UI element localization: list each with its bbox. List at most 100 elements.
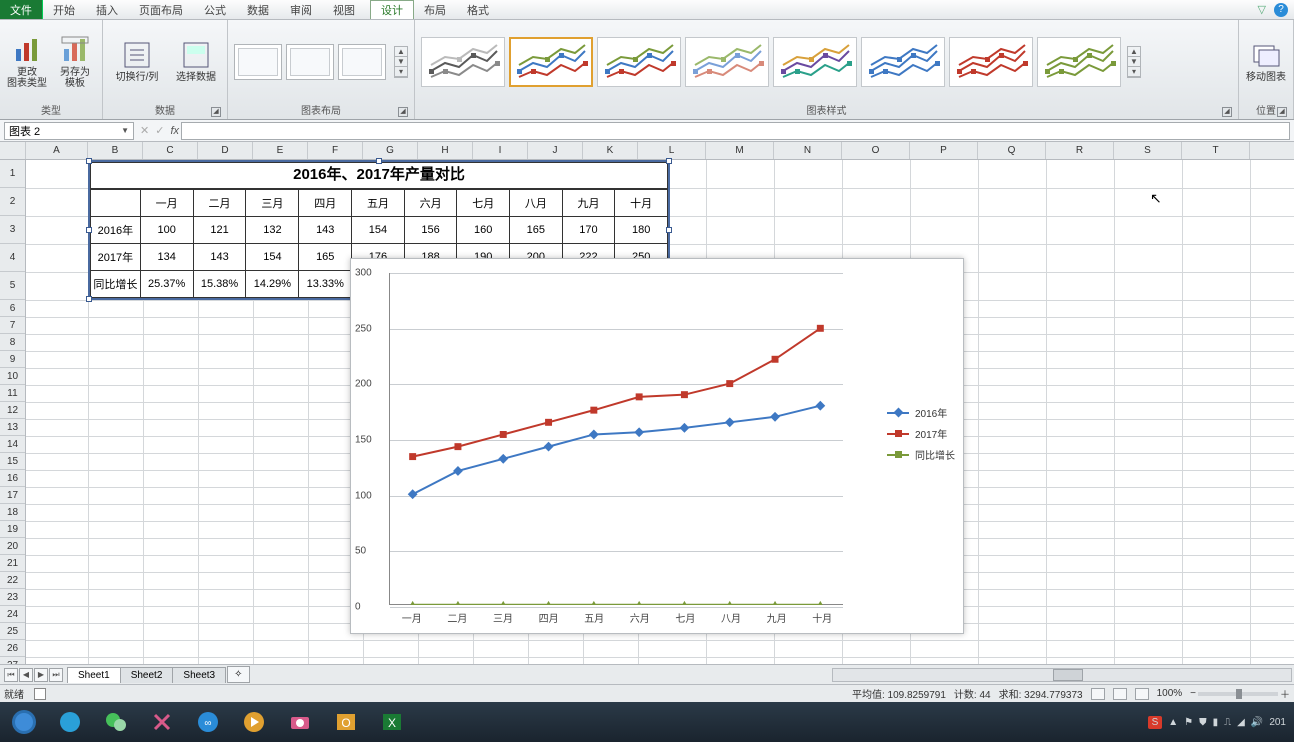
sheet-nav-next[interactable]: ▶: [34, 668, 48, 682]
col-header-Q[interactable]: Q: [978, 142, 1046, 159]
col-header-B[interactable]: B: [88, 142, 143, 159]
table-cell[interactable]: 132: [246, 217, 299, 244]
col-header-T[interactable]: T: [1182, 142, 1250, 159]
switch-row-col-button[interactable]: 切换行/列: [109, 40, 165, 83]
zoom-level[interactable]: 100%: [1157, 688, 1183, 699]
zoom-out-button[interactable]: −: [1190, 688, 1196, 699]
sheet-tab-Sheet1[interactable]: Sheet1: [67, 667, 121, 683]
col-header-R[interactable]: R: [1046, 142, 1114, 159]
layout-gallery-spinner[interactable]: ▲▼▾: [394, 46, 408, 78]
row-header-18[interactable]: 18: [0, 504, 25, 521]
context-tab-设计[interactable]: 设计: [370, 0, 414, 19]
taskbar-app-player[interactable]: [234, 706, 274, 738]
col-header-N[interactable]: N: [774, 142, 842, 159]
row-header-24[interactable]: 24: [0, 606, 25, 623]
view-pagebreak-button[interactable]: [1135, 688, 1149, 700]
col-header-I[interactable]: I: [473, 142, 528, 159]
location-dialog-launcher[interactable]: ◢: [1277, 107, 1287, 117]
style-thumb-2[interactable]: [509, 37, 593, 87]
tray-flag-icon[interactable]: ⚑: [1184, 717, 1193, 728]
row-header-23[interactable]: 23: [0, 589, 25, 606]
col-header-K[interactable]: K: [583, 142, 638, 159]
chart-plot-area[interactable]: [389, 273, 843, 605]
menu-tab-页面布局[interactable]: 页面布局: [129, 0, 194, 19]
legend-item[interactable]: 2017年: [887, 426, 955, 441]
ribbon-minimize-icon[interactable]: ▽: [1258, 3, 1266, 16]
col-header-H[interactable]: H: [418, 142, 473, 159]
context-tab-格式[interactable]: 格式: [457, 0, 500, 19]
col-header-O[interactable]: O: [842, 142, 910, 159]
row-header-7[interactable]: 7: [0, 317, 25, 334]
row-header-6[interactable]: 6: [0, 300, 25, 317]
row-header-27[interactable]: 27: [0, 657, 25, 664]
name-box[interactable]: 图表 2 ▼: [4, 122, 134, 140]
layout-thumb-3[interactable]: [338, 44, 386, 80]
menu-tab-视图[interactable]: 视图: [323, 0, 366, 19]
style-thumb-4[interactable]: [685, 37, 769, 87]
row-header-9[interactable]: 9: [0, 351, 25, 368]
row-header-19[interactable]: 19: [0, 521, 25, 538]
taskbar-app-snip[interactable]: [142, 706, 182, 738]
worksheet-grid[interactable]: ABCDEFGHIJKLMNOPQRST 1234567891011121314…: [0, 142, 1294, 664]
file-tab[interactable]: 文件: [0, 0, 43, 19]
table-cell[interactable]: 165: [510, 217, 563, 244]
fx-icon[interactable]: fx: [170, 125, 179, 137]
cancel-icon[interactable]: ✕: [140, 124, 149, 137]
table-cell[interactable]: 121: [193, 217, 246, 244]
move-chart-button[interactable]: 移动图表: [1245, 40, 1287, 83]
col-header-E[interactable]: E: [253, 142, 308, 159]
row-header-13[interactable]: 13: [0, 419, 25, 436]
row-header-10[interactable]: 10: [0, 368, 25, 385]
confirm-icon[interactable]: ✓: [155, 124, 164, 137]
taskbar-app-outlook[interactable]: O: [326, 706, 366, 738]
taskbar-app-wechat[interactable]: [96, 706, 136, 738]
style-thumb-8[interactable]: [1037, 37, 1121, 87]
zoom-in-button[interactable]: ＋: [1280, 686, 1290, 701]
sheet-tab-Sheet3[interactable]: Sheet3: [172, 667, 226, 683]
table-cell[interactable]: 143: [193, 244, 246, 271]
tray-clock[interactable]: 201: [1269, 717, 1286, 728]
col-header-G[interactable]: G: [363, 142, 418, 159]
table-cell[interactable]: 14.29%: [246, 271, 299, 298]
formula-input[interactable]: [181, 122, 1290, 140]
select-all-corner[interactable]: [0, 142, 26, 159]
sheet-nav-first[interactable]: ⏮: [4, 668, 18, 682]
row-header-14[interactable]: 14: [0, 436, 25, 453]
sheet-tab-Sheet2[interactable]: Sheet2: [120, 667, 174, 683]
tray-ime-icon[interactable]: S: [1148, 716, 1163, 729]
row-header-25[interactable]: 25: [0, 623, 25, 640]
table-cell[interactable]: 100: [140, 217, 193, 244]
tray-battery-icon[interactable]: ▮: [1213, 717, 1219, 728]
change-chart-type-button[interactable]: 更改 图表类型: [6, 35, 48, 89]
tray-network-icon[interactable]: ⎍: [1224, 717, 1231, 728]
macro-record-icon[interactable]: [34, 688, 46, 700]
legend-item[interactable]: 2016年: [887, 405, 955, 420]
row-header-12[interactable]: 12: [0, 402, 25, 419]
embedded-chart[interactable]: 050100150200250300 一月二月三月四月五月六月七月八月九月十月 …: [350, 258, 964, 634]
menu-tab-开始[interactable]: 开始: [43, 0, 86, 19]
layout-gallery[interactable]: [234, 44, 386, 80]
system-tray[interactable]: S ▲ ⚑ ⛊ ▮ ⎍ ◢ 🔊 201: [1148, 716, 1290, 729]
style-thumb-6[interactable]: [861, 37, 945, 87]
row-header-17[interactable]: 17: [0, 487, 25, 504]
legend-item[interactable]: 同比增长: [887, 447, 955, 462]
tray-wifi-icon[interactable]: ◢: [1237, 717, 1245, 728]
row-header-8[interactable]: 8: [0, 334, 25, 351]
col-header-M[interactable]: M: [706, 142, 774, 159]
row-header-3[interactable]: 3: [0, 216, 25, 244]
new-sheet-button[interactable]: ✧: [227, 666, 249, 683]
row-header-15[interactable]: 15: [0, 453, 25, 470]
menu-tab-数据[interactable]: 数据: [237, 0, 280, 19]
row-header-26[interactable]: 26: [0, 640, 25, 657]
row-header-21[interactable]: 21: [0, 555, 25, 572]
menu-tab-公式[interactable]: 公式: [194, 0, 237, 19]
row-header-5[interactable]: 5: [0, 272, 25, 300]
start-button[interactable]: [4, 706, 44, 738]
menu-tab-审阅[interactable]: 审阅: [280, 0, 323, 19]
table-cell[interactable]: 143: [299, 217, 352, 244]
layout-dialog-launcher[interactable]: ◢: [398, 107, 408, 117]
col-header-D[interactable]: D: [198, 142, 253, 159]
name-box-dropdown-icon[interactable]: ▼: [121, 126, 129, 135]
style-gallery-spinner[interactable]: ▲▼▾: [1127, 46, 1141, 78]
row-header-11[interactable]: 11: [0, 385, 25, 402]
